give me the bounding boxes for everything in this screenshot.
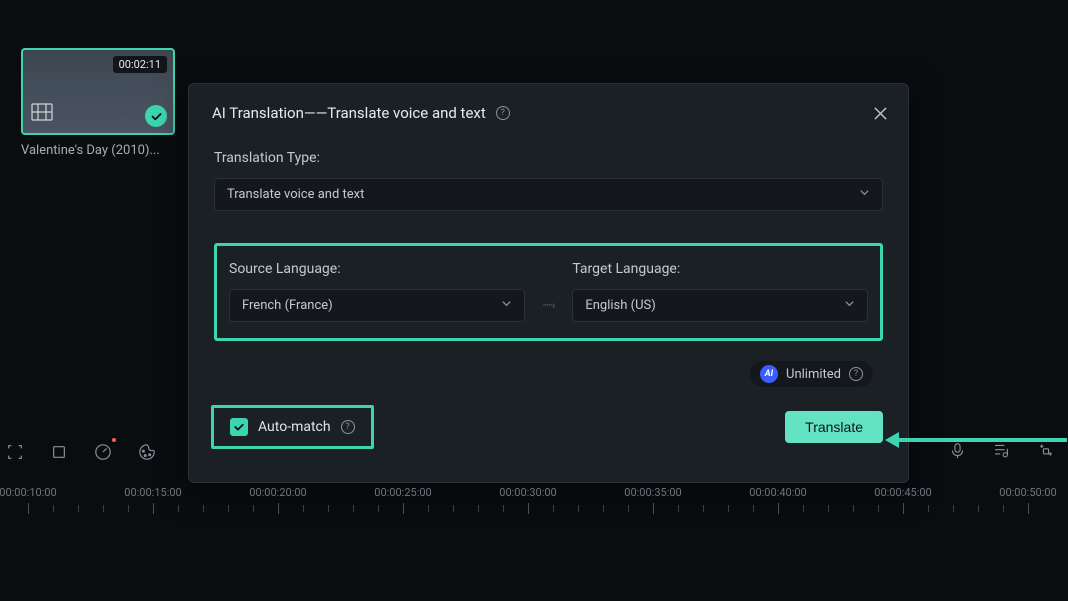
ruler-label: 00:00:50:00 — [999, 486, 1056, 499]
clip-duration: 00:02:11 — [113, 56, 167, 73]
translation-type-select[interactable]: Translate voice and text — [214, 178, 883, 211]
ruler-label: 00:00:45:00 — [874, 486, 931, 499]
timeline-toolbar-left — [0, 442, 157, 462]
source-language-select[interactable]: French (France) — [229, 289, 525, 322]
help-icon[interactable]: ? — [849, 367, 863, 381]
target-language-label: Target Language: — [572, 261, 868, 277]
effects-icon[interactable] — [1036, 442, 1056, 463]
automatch-label: Auto-match — [258, 419, 331, 435]
language-selection-highlight: Source Language: French (France) ·····› … — [214, 243, 883, 341]
filmstrip-icon — [31, 103, 53, 125]
speed-icon[interactable] — [93, 442, 113, 462]
music-list-icon[interactable] — [992, 442, 1010, 463]
square-icon[interactable] — [49, 442, 69, 462]
target-language-value: English (US) — [585, 298, 655, 313]
mic-icon[interactable] — [949, 442, 966, 463]
ai-badge-icon: AI — [760, 365, 778, 383]
clip-title: Valentine's Day (2010)... — [21, 143, 191, 158]
help-icon[interactable]: ? — [496, 106, 510, 120]
timeline-ruler[interactable]: 00:00:10:00 00:00:15:00 00:00:20:00 00:00:2… — [0, 486, 1068, 526]
source-language-label: Source Language: — [229, 261, 525, 277]
help-icon[interactable]: ? — [341, 420, 355, 434]
clip-thumbnail[interactable]: 00:02:11 — [21, 48, 175, 135]
chevron-down-icon — [501, 298, 512, 313]
crop-icon[interactable] — [5, 442, 25, 462]
palette-icon[interactable] — [137, 442, 157, 462]
ai-translation-modal: AI Translation——Translate voice and text… — [188, 83, 909, 483]
close-button[interactable] — [873, 106, 888, 121]
source-language-value: French (France) — [242, 298, 333, 313]
ruler-label: 00:00:35:00 — [624, 486, 681, 499]
translation-type-value: Translate voice and text — [227, 187, 364, 202]
credits-chip: AI Unlimited ? — [750, 361, 873, 387]
target-language-select[interactable]: English (US) — [572, 289, 868, 322]
check-icon — [145, 105, 167, 127]
translation-type-label: Translation Type: — [214, 150, 883, 166]
ruler-label: 00:00:25:00 — [374, 486, 431, 499]
automatch-highlight: Auto-match ? — [211, 405, 374, 449]
ruler-label: 00:00:15:00 — [124, 486, 181, 499]
timeline-toolbar-right — [949, 442, 1056, 463]
transfer-arrow-icon: ·····› — [543, 299, 555, 322]
ruler-label: 00:00:40:00 — [749, 486, 806, 499]
ruler-label: 00:00:20:00 — [249, 486, 306, 499]
chevron-down-icon — [844, 298, 855, 313]
ruler-label: 00:00:30:00 — [499, 486, 556, 499]
credits-text: Unlimited — [786, 367, 841, 382]
translate-button[interactable]: Translate — [785, 411, 883, 443]
chevron-down-icon — [859, 187, 870, 202]
automatch-checkbox[interactable] — [230, 418, 248, 436]
ruler-label: 00:00:10:00 — [0, 486, 57, 499]
modal-title: AI Translation——Translate voice and text… — [212, 104, 510, 122]
